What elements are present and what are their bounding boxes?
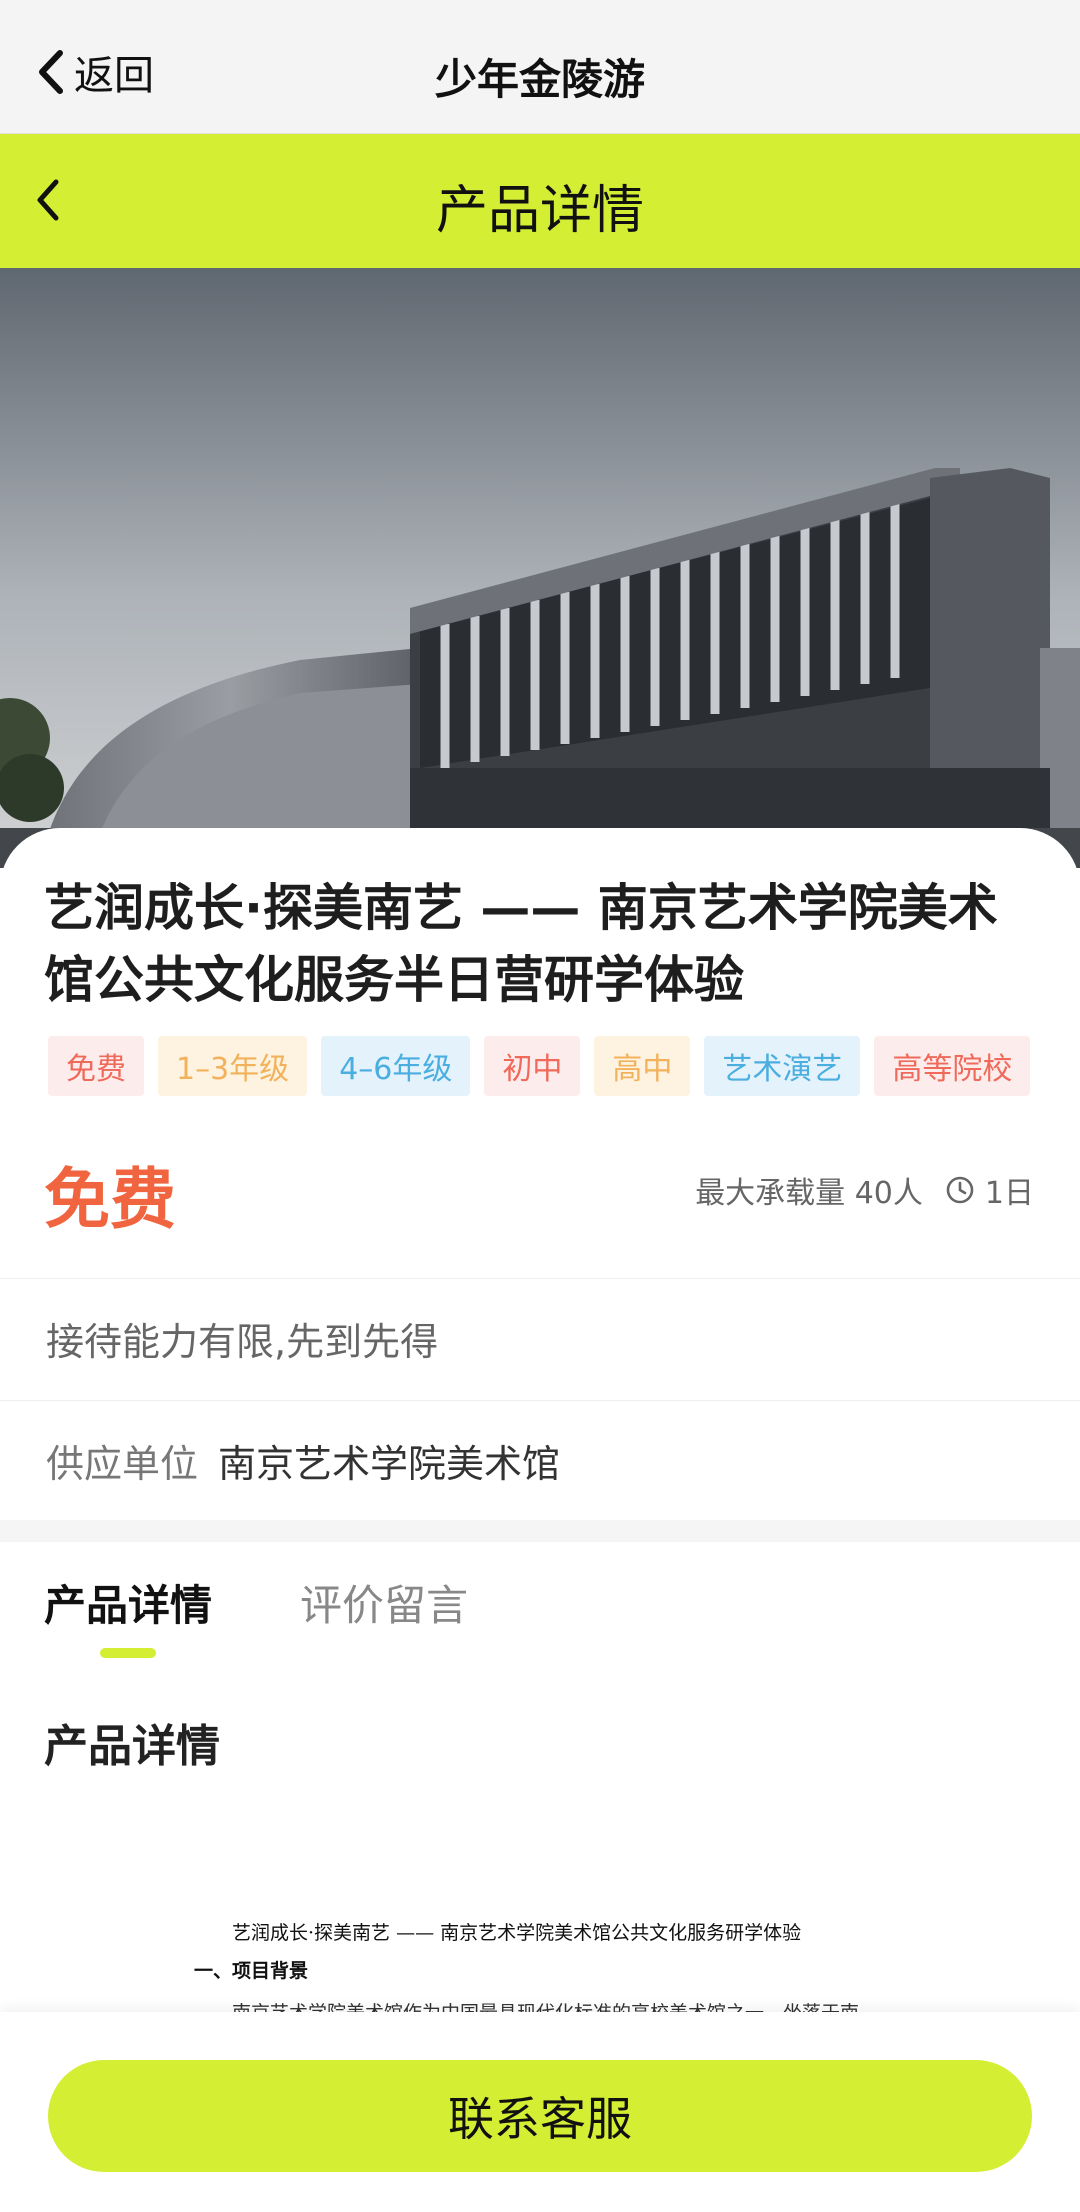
doc-heading: 艺润成长·探美南艺 —— 南京艺术学院美术馆公共文化服务研学体验 [232, 1922, 802, 1944]
product-info-card: 艺润成长·探美南艺 —— 南京艺术学院美术馆公共文化服务半日营研学体验 免费 1… [0, 828, 1080, 1528]
tab-indicator [100, 1648, 156, 1658]
contact-service-button[interactable]: 联系客服 [48, 2060, 1032, 2172]
tag: 4–6年级 [321, 1036, 471, 1096]
tag: 高等院校 [874, 1036, 1031, 1096]
page-title: 产品详情 [435, 181, 644, 241]
tag: 高中 [594, 1036, 691, 1096]
app-title: 少年金陵游 [434, 55, 645, 104]
section-divider [0, 1520, 1080, 1542]
tag: 初中 [484, 1036, 581, 1096]
hero-image [0, 268, 1080, 868]
notice-row: 接待能力有限,先到先得 [0, 1278, 1080, 1398]
bottom-bar: 联系客服 [0, 2012, 1080, 2212]
capacity-text: 最大承载量 40人 [695, 1176, 923, 1211]
supplier-row: 供应单位 南京艺术学院美术馆 [0, 1400, 1080, 1520]
museum-photo [0, 268, 1080, 868]
notice-text: 接待能力有限,先到先得 [46, 1320, 439, 1364]
tag-list: 免费 1–3年级 4–6年级 初中 高中 艺术演艺 高等院校 [48, 1036, 1080, 1096]
supplier-value: 南京艺术学院美术馆 [218, 1442, 561, 1486]
capacity-info: 最大承载量 40人 1日 [695, 1168, 1034, 1212]
doc-section-heading: 一、项目背景 [194, 1960, 309, 1982]
duration-text: 1日 [984, 1176, 1034, 1211]
supplier-label: 供应单位 [46, 1442, 199, 1486]
page-header: 产品详情 [0, 134, 1080, 268]
tab-product-details[interactable]: 产品详情 [44, 1572, 212, 1633]
clock-icon [946, 1176, 974, 1204]
price: 免费 [44, 1161, 176, 1238]
product-title: 艺润成长·探美南艺 —— 南京艺术学院美术馆公共文化服务半日营研学体验 [44, 879, 998, 1009]
top-nav-bar: 返回 少年金陵游 [0, 0, 1080, 134]
document-preview: 艺润成长·探美南艺 —— 南京艺术学院美术馆公共文化服务研学体验 一、项目背景 … [0, 1900, 1080, 2020]
tab-bar: 产品详情 评价留言 [0, 1542, 1080, 1672]
tab-reviews[interactable]: 评价留言 [300, 1572, 468, 1633]
tag: 艺术演艺 [704, 1036, 861, 1096]
tag: 免费 [48, 1036, 144, 1096]
tag: 1–3年级 [158, 1036, 308, 1096]
section-title: 产品详情 [44, 1721, 220, 1772]
